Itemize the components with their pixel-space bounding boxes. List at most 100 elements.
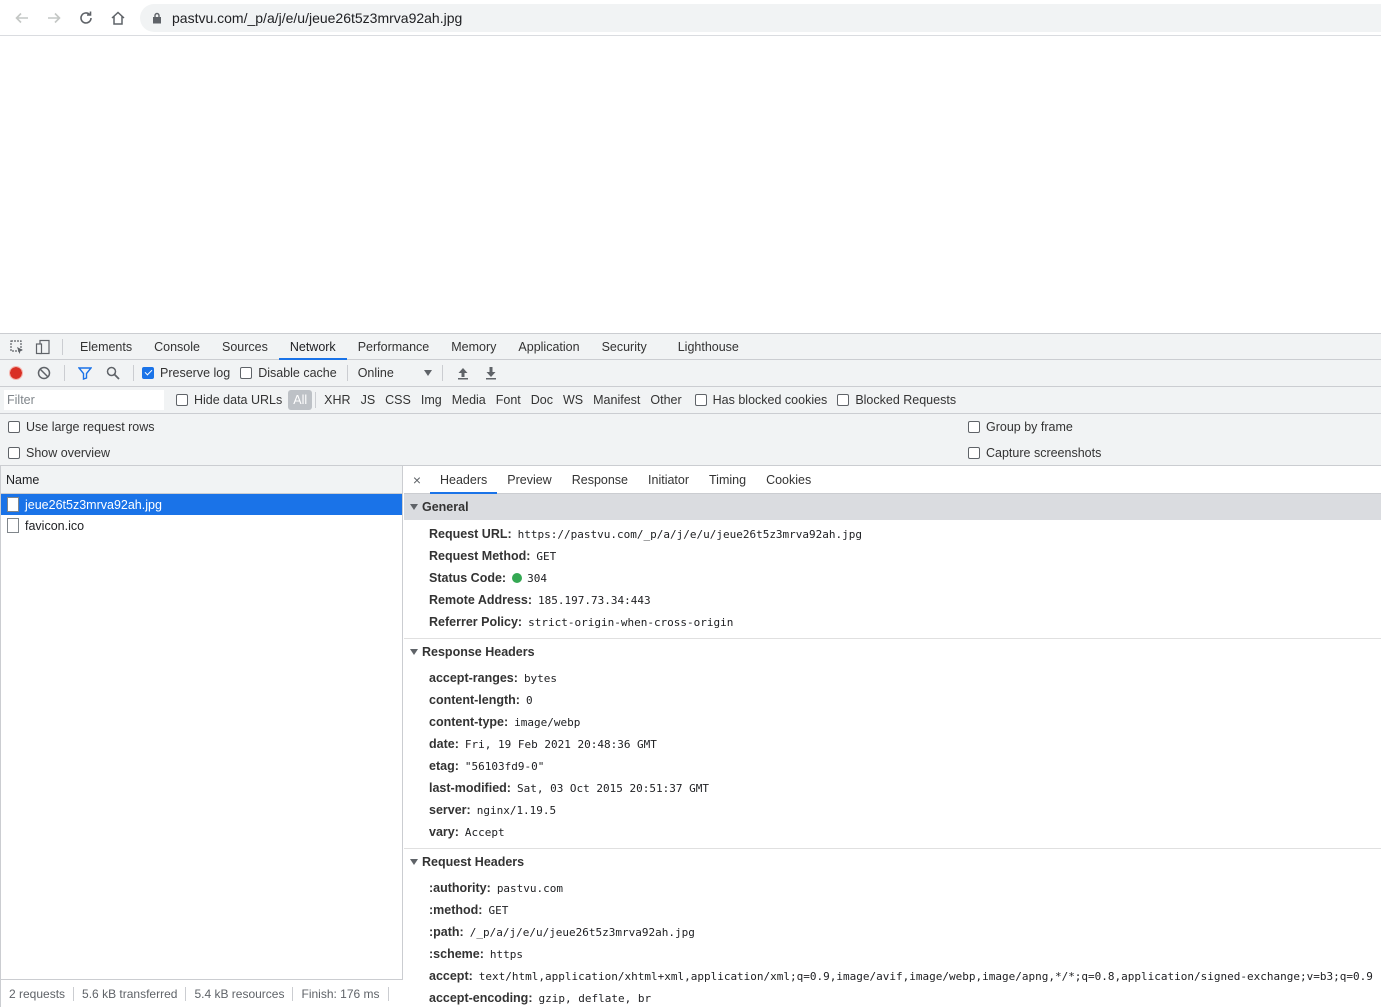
header-value: Accept <box>464 826 505 839</box>
inspect-element-icon[interactable] <box>4 334 30 360</box>
has-blocked-cookies-checkbox[interactable]: Has blocked cookies <box>694 393 828 407</box>
tab-security[interactable]: Security <box>591 334 658 360</box>
request-row[interactable]: jeue26t5z3mrva92ah.jpg <box>1 494 402 515</box>
header-value: https <box>489 948 524 961</box>
browser-toolbar: pastvu.com/_p/a/j/e/u/jeue26t5z3mrva92ah… <box>0 0 1381 36</box>
network-settings: Use large request rows Show overview Gro… <box>0 414 1381 466</box>
header-value: strict-origin-when-cross-origin <box>528 616 734 629</box>
header-key: Request URL: <box>429 527 512 541</box>
header-key: accept-encoding: <box>429 991 533 1005</box>
reload-button[interactable] <box>70 2 102 34</box>
column-header-name[interactable]: Name <box>1 466 402 494</box>
clear-button[interactable] <box>30 360 58 386</box>
transferred-size: 5.6 kB transferred <box>74 986 187 1001</box>
header-key: etag: <box>429 759 459 773</box>
header-row: Remote Address: 185.197.73.34:443 <box>404 589 1381 611</box>
disable-cache-checkbox[interactable]: Disable cache <box>240 366 337 380</box>
header-value: Sat, 03 Oct 2015 20:51:37 GMT <box>516 782 710 795</box>
header-value: bytes <box>523 672 558 685</box>
header-row: :scheme: https <box>404 943 1381 965</box>
record-button[interactable] <box>2 360 30 386</box>
filter-type-ws[interactable]: WS <box>558 390 588 410</box>
filter-input[interactable]: Filter <box>4 390 164 410</box>
request-count: 2 requests <box>1 986 75 1001</box>
request-name: favicon.ico <box>25 518 85 533</box>
back-button[interactable] <box>6 2 38 34</box>
filter-type-font[interactable]: Font <box>491 390 526 410</box>
request-row[interactable]: favicon.ico <box>1 515 402 536</box>
checkbox-icon <box>8 447 20 459</box>
tab-timing[interactable]: Timing <box>699 466 756 494</box>
filter-type-xhr[interactable]: XHR <box>319 390 355 410</box>
filter-funnel-icon <box>78 367 92 380</box>
device-toolbar-icon[interactable] <box>30 334 56 360</box>
devtools-tab-bar: Elements Console Sources Network Perform… <box>0 334 1381 360</box>
preserve-log-checkbox[interactable]: Preserve log <box>142 366 230 380</box>
filter-type-media[interactable]: Media <box>447 390 491 410</box>
tab-initiator[interactable]: Initiator <box>638 466 699 494</box>
filter-type-img[interactable]: Img <box>416 390 447 410</box>
tab-cookies[interactable]: Cookies <box>756 466 821 494</box>
request-headers-section-toggle[interactable]: Request Headers <box>404 848 1381 874</box>
filter-button[interactable] <box>71 360 99 386</box>
has-blocked-cookies-label: Has blocked cookies <box>712 393 828 407</box>
header-value: GET <box>488 904 509 917</box>
blocked-requests-checkbox[interactable]: Blocked Requests <box>837 393 956 407</box>
header-key: Referrer Policy: <box>429 615 523 629</box>
header-row: Referrer Policy: strict-origin-when-cross… <box>404 611 1381 633</box>
hide-data-urls-checkbox[interactable]: Hide data URLs <box>176 393 282 407</box>
filter-type-css[interactable]: CSS <box>380 390 416 410</box>
large-rows-checkbox[interactable]: Use large request rows <box>8 420 155 434</box>
capture-screenshots-label: Capture screenshots <box>986 446 1102 460</box>
filter-type-manifest[interactable]: Manifest <box>588 390 645 410</box>
header-row: accept-encoding: gzip, deflate, br <box>404 987 1381 1007</box>
tab-sources[interactable]: Sources <box>211 334 279 360</box>
header-key: content-length: <box>429 693 520 707</box>
group-by-frame-checkbox[interactable]: Group by frame <box>968 420 1073 434</box>
header-value: image/webp <box>514 716 581 729</box>
header-row: accept-ranges: bytes <box>404 667 1381 689</box>
tab-application[interactable]: Application <box>507 334 590 360</box>
request-detail-panel: × Headers Preview Response Initiator Tim… <box>404 466 1381 1007</box>
filter-type-all[interactable]: All <box>288 390 313 410</box>
address-bar[interactable]: pastvu.com/_p/a/j/e/u/jeue26t5z3mrva92ah… <box>140 4 1381 32</box>
header-key: content-type: <box>429 715 509 729</box>
throttling-select[interactable]: Online <box>358 366 436 380</box>
tab-performance[interactable]: Performance <box>347 334 441 360</box>
dropdown-arrow-icon <box>423 370 432 376</box>
header-value: Fri, 19 Feb 2021 20:48:36 GMT <box>464 738 657 751</box>
header-key: accept-ranges: <box>429 671 518 685</box>
filter-type-js[interactable]: JS <box>356 390 381 410</box>
home-button[interactable] <box>102 2 134 34</box>
header-row: last-modified: Sat, 03 Oct 2015 20:51:37 … <box>404 777 1381 799</box>
tab-memory[interactable]: Memory <box>440 334 507 360</box>
tab-elements[interactable]: Elements <box>69 334 143 360</box>
close-icon[interactable]: × <box>404 472 430 488</box>
tab-preview[interactable]: Preview <box>497 466 561 494</box>
tab-lighthouse[interactable]: Lighthouse <box>667 334 750 360</box>
response-headers-section-toggle[interactable]: Response Headers <box>404 638 1381 664</box>
show-overview-checkbox[interactable]: Show overview <box>8 446 110 460</box>
filter-type-doc[interactable]: Doc <box>526 390 558 410</box>
checkbox-icon <box>240 367 253 379</box>
upload-icon <box>457 368 468 380</box>
forward-button[interactable] <box>38 2 70 34</box>
header-key: :path: <box>429 925 464 939</box>
header-row: Request URL: https://pastvu.com/_p/a/j/e/… <box>404 523 1381 545</box>
checkbox-icon <box>694 394 707 406</box>
capture-screenshots-checkbox[interactable]: Capture screenshots <box>968 446 1101 460</box>
header-value: gzip, deflate, br <box>538 992 652 1005</box>
import-har-button[interactable] <box>449 360 477 386</box>
checkbox-icon <box>968 421 980 433</box>
record-icon <box>9 366 23 380</box>
tab-network[interactable]: Network <box>278 334 347 360</box>
tab-console[interactable]: Console <box>143 334 211 360</box>
search-button[interactable] <box>99 360 127 386</box>
filter-type-other[interactable]: Other <box>645 390 686 410</box>
export-har-button[interactable] <box>477 360 505 386</box>
tab-response[interactable]: Response <box>562 466 638 494</box>
general-section-toggle[interactable]: General <box>404 494 1381 520</box>
devtools-panel: Elements Console Sources Network Perform… <box>0 333 1381 1007</box>
divider <box>64 365 65 381</box>
tab-headers[interactable]: Headers <box>430 466 498 494</box>
